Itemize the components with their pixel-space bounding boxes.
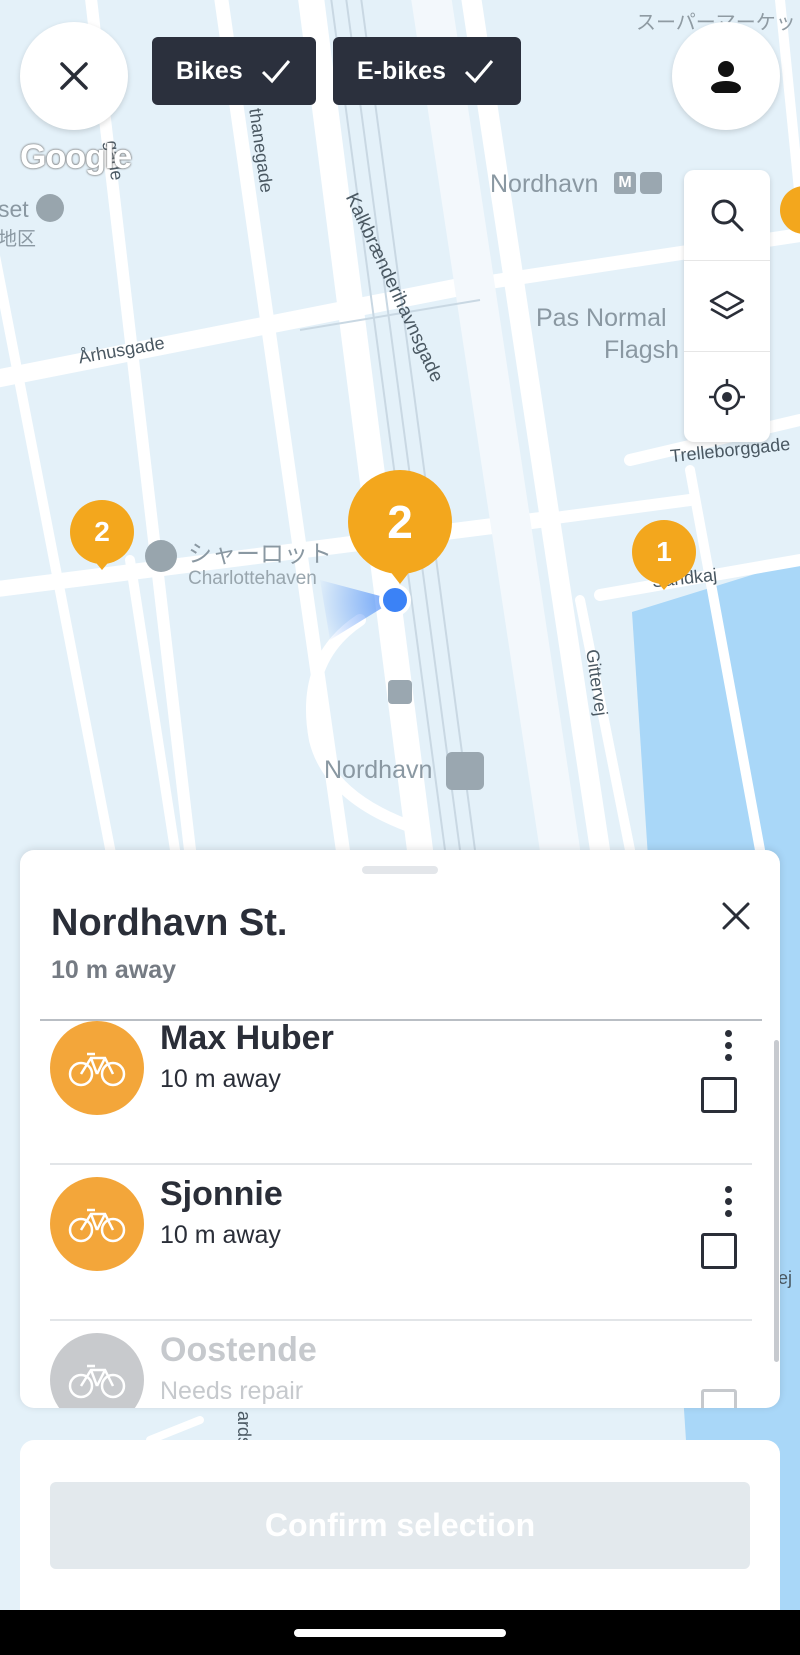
filter-chip-label: Bikes xyxy=(176,56,243,85)
station-title: Nordhavn St. xyxy=(51,902,288,944)
bike-checkbox[interactable] xyxy=(701,1077,737,1113)
more-options-button[interactable] xyxy=(708,1025,748,1065)
bike-name: Max Huber xyxy=(160,1021,334,1057)
layers-icon xyxy=(709,290,745,320)
bicycle-icon xyxy=(68,1052,126,1087)
bike-status: 10 m away xyxy=(160,1065,281,1093)
google-attribution: Google xyxy=(20,138,132,176)
bike-avatar xyxy=(50,1021,144,1115)
map-pin-selected[interactable]: 2 xyxy=(348,470,452,586)
map-label-poi: Charlottehaven xyxy=(188,568,317,589)
bike-status: Needs repair xyxy=(160,1377,304,1405)
filter-chip-bikes[interactable]: Bikes xyxy=(152,37,316,105)
map-pin-cluster[interactable]: 1 xyxy=(632,520,696,592)
bike-avatar xyxy=(50,1177,144,1271)
checkmark-icon xyxy=(261,60,290,84)
list-scrollbar[interactable] xyxy=(774,1040,779,1362)
bike-list-item[interactable]: Max Huber 10 m away xyxy=(20,1021,780,1165)
map-toolbar xyxy=(684,170,770,442)
map-label-place: 地区 xyxy=(0,229,37,250)
metro-badge: M xyxy=(614,172,636,194)
bike-list-item[interactable]: Sjonnie 10 m away xyxy=(20,1165,780,1321)
train-icon xyxy=(640,172,662,194)
map-label-poi: Pas Normal xyxy=(536,304,667,332)
bike-name: Oostende xyxy=(160,1331,317,1369)
bike-list[interactable]: Max Huber 10 m away Sjonnie 10 m away Oo… xyxy=(20,1021,780,1408)
confirm-selection-button[interactable]: Confirm selection xyxy=(50,1482,750,1569)
close-icon xyxy=(722,902,750,930)
bike-status: 10 m away xyxy=(160,1221,281,1249)
map-label-place: set xyxy=(0,196,29,222)
bicycle-icon xyxy=(68,1208,126,1243)
drag-handle[interactable] xyxy=(362,866,438,874)
close-map-button[interactable] xyxy=(20,22,128,130)
checkmark-icon xyxy=(464,60,494,84)
profile-button[interactable] xyxy=(672,22,780,130)
layers-button[interactable] xyxy=(684,261,770,352)
map-label-station: Nordhavn xyxy=(324,756,433,784)
confirm-panel: Confirm selection xyxy=(20,1440,780,1610)
bike-checkbox[interactable] xyxy=(701,1233,737,1269)
user-icon xyxy=(711,61,741,93)
bike-checkbox xyxy=(701,1389,737,1408)
map-label-poi: シャーロット xyxy=(188,541,332,568)
bicycle-icon xyxy=(68,1364,126,1399)
home-gesture-handle[interactable] xyxy=(294,1629,506,1637)
map-label-poi: Flagsh xyxy=(604,336,680,364)
map-pin-cluster[interactable]: 2 xyxy=(70,500,134,572)
station-distance: 10 m away xyxy=(51,956,177,984)
crosshair-icon xyxy=(709,379,745,415)
filter-chip-ebikes[interactable]: E-bikes xyxy=(333,37,521,105)
search-icon xyxy=(711,199,744,232)
close-icon xyxy=(60,62,88,90)
map-label-station: Nordhavn xyxy=(490,170,599,198)
filter-chip-label: E-bikes xyxy=(357,56,446,85)
search-button[interactable] xyxy=(684,170,770,261)
map-label-street: ej xyxy=(778,1268,793,1288)
system-nav-bar xyxy=(0,1610,800,1655)
more-options-button[interactable] xyxy=(708,1181,748,1221)
bike-name: Sjonnie xyxy=(160,1175,283,1213)
bike-avatar xyxy=(50,1333,144,1408)
close-sheet-button[interactable] xyxy=(706,886,766,946)
my-location-button[interactable] xyxy=(684,352,770,442)
station-sheet: Nordhavn St. 10 m away Max Huber 10 m aw… xyxy=(20,850,780,1408)
bike-list-item-disabled: Oostende Needs repair xyxy=(20,1321,780,1408)
